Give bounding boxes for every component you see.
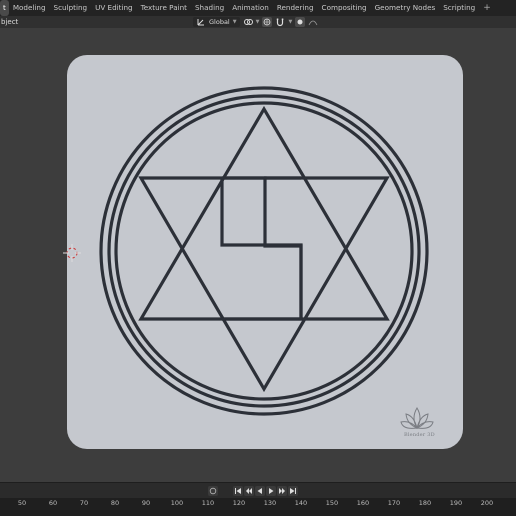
- frame-label: 60: [48, 499, 58, 507]
- emblem-drawing: [99, 86, 429, 416]
- frame-label: 130: [263, 499, 277, 507]
- tab-rendering[interactable]: Rendering: [273, 0, 318, 16]
- falloff-icon[interactable]: [308, 17, 318, 27]
- jump-end-icon[interactable]: [288, 486, 298, 496]
- tab-texture-paint[interactable]: Texture Paint: [137, 0, 191, 16]
- frame-label: 170: [387, 499, 401, 507]
- frame-label: 180: [418, 499, 432, 507]
- jump-start-icon[interactable]: [233, 486, 243, 496]
- workspace-tabs: t Modeling Sculpting UV Editing Texture …: [0, 0, 516, 16]
- middle-ring: [107, 94, 421, 408]
- frame-label: 110: [201, 499, 215, 507]
- frame-label: 50: [17, 499, 27, 507]
- frame-label: 150: [325, 499, 339, 507]
- timeline-ruler[interactable]: 50 60 70 80 90 100 110 120 130 140 150 1…: [0, 498, 516, 516]
- tab-shading[interactable]: Shading: [191, 0, 228, 16]
- transform-controls: Global ▼ ▼ ▼: [193, 17, 318, 27]
- frame-label: 200: [480, 499, 494, 507]
- magnet-icon[interactable]: [275, 17, 285, 27]
- snap-icon[interactable]: [262, 17, 273, 27]
- inner-ring: [114, 101, 414, 401]
- object-menu[interactable]: bject: [0, 16, 18, 28]
- keyframe-icon[interactable]: [208, 486, 218, 496]
- proportional-editing-icon[interactable]: [295, 17, 306, 27]
- frame-label: 160: [356, 499, 370, 507]
- tab-uv-editing[interactable]: UV Editing: [91, 0, 137, 16]
- play-reverse-icon[interactable]: [255, 486, 265, 496]
- 3d-cursor-icon[interactable]: [63, 244, 81, 262]
- orientation-value: Global: [209, 18, 230, 26]
- tab-geometry-nodes[interactable]: Geometry Nodes: [371, 0, 440, 16]
- prev-keyframe-icon[interactable]: [244, 486, 254, 496]
- transform-orientation-icon: [196, 17, 206, 27]
- frame-label: 90: [141, 499, 151, 507]
- swastika-arm-a: [220, 178, 303, 320]
- tab-scripting[interactable]: Scripting: [439, 0, 479, 16]
- frame-label: 100: [170, 499, 184, 507]
- frame-label: 120: [232, 499, 246, 507]
- play-icon[interactable]: [266, 486, 276, 496]
- outer-ring: [99, 86, 429, 416]
- frame-label: 190: [449, 499, 463, 507]
- frame-label: 70: [79, 499, 89, 507]
- chevron-down-icon[interactable]: ▼: [256, 19, 260, 25]
- chevron-down-icon[interactable]: ▼: [288, 19, 292, 25]
- pivot-point-icon[interactable]: [243, 17, 253, 27]
- tab-sculpting[interactable]: Sculpting: [50, 0, 92, 16]
- playback-bar: [0, 482, 516, 499]
- tab-layout[interactable]: t: [0, 0, 9, 16]
- rounded-plane-object[interactable]: [67, 55, 463, 449]
- transform-orientation-dropdown[interactable]: Global ▼: [193, 17, 240, 27]
- watermark-text: Blender 3D: [404, 432, 435, 438]
- viewport-header: bject Global ▼ ▼ ▼: [0, 16, 516, 28]
- chevron-down-icon: ▼: [232, 19, 237, 25]
- tab-animation[interactable]: Animation: [228, 0, 273, 16]
- next-keyframe-icon[interactable]: [277, 486, 287, 496]
- frame-label: 80: [110, 499, 120, 507]
- tab-compositing[interactable]: Compositing: [318, 0, 371, 16]
- tab-modeling[interactable]: Modeling: [9, 0, 50, 16]
- add-workspace-button[interactable]: +: [479, 0, 495, 16]
- frame-label: 140: [294, 499, 308, 507]
